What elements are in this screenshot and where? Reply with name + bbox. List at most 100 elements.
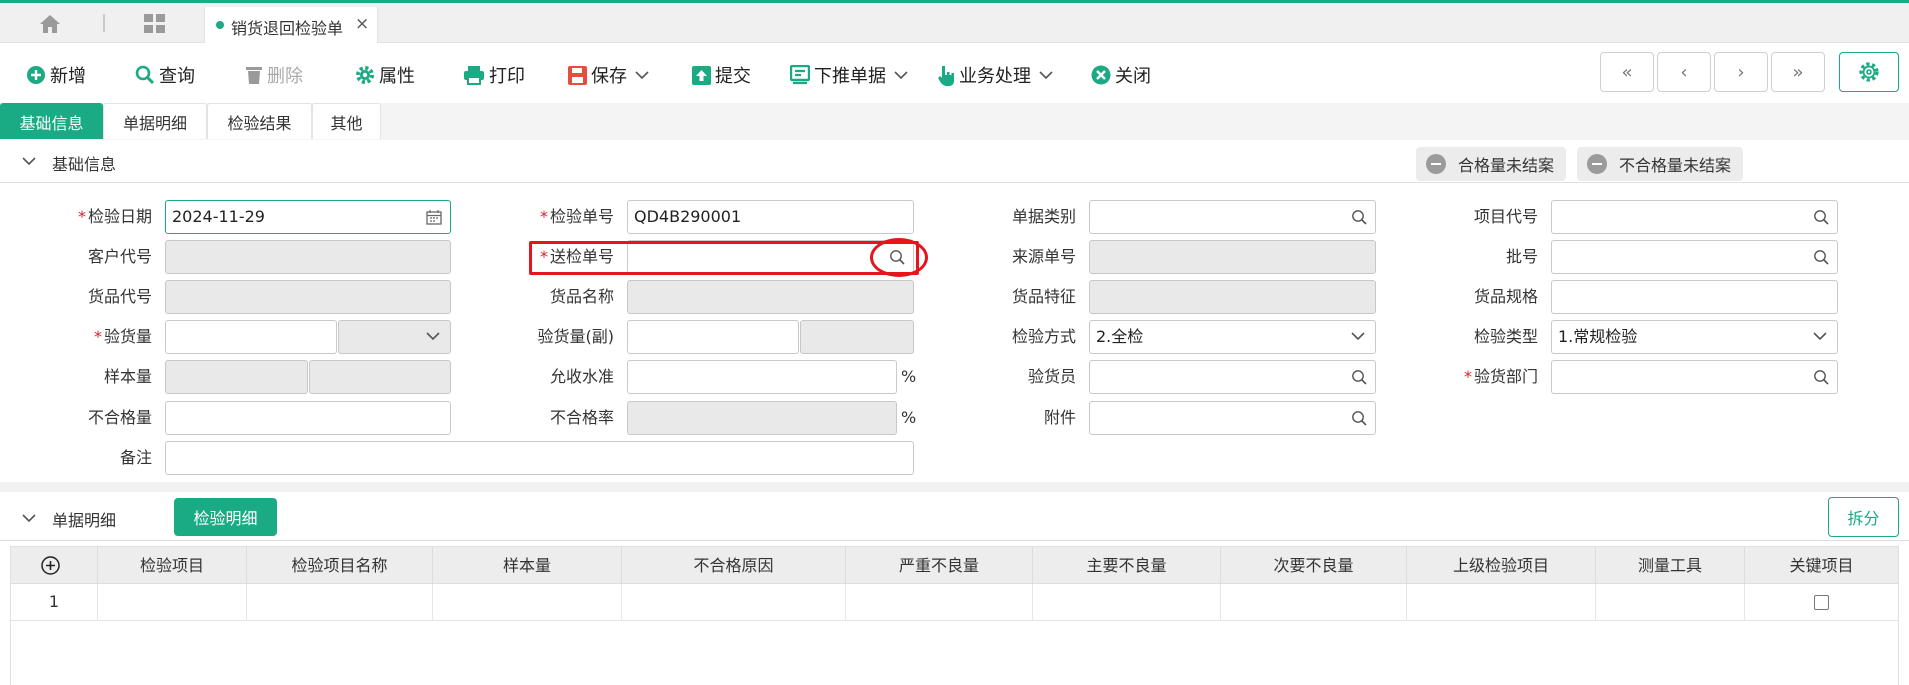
detail-section-header: 单据明细: [0, 496, 1909, 541]
inspect-no-label: * 检验单号: [539, 207, 614, 226]
settings-gear-icon: [1859, 62, 1879, 82]
home-icon[interactable]: [38, 13, 62, 35]
properties-button[interactable]: 属性: [355, 61, 415, 89]
unqualified-rate-field[interactable]: [627, 401, 897, 435]
chevron-down-icon: [1813, 332, 1827, 341]
cell-key-item: [1745, 584, 1898, 620]
inspect-date-label: * 检验日期: [77, 207, 152, 226]
last-record-button[interactable]: »: [1771, 52, 1825, 92]
batch-no-field[interactable]: [1551, 240, 1838, 274]
submit-label: 提交: [715, 66, 751, 87]
inspect-method-select[interactable]: 2.全检: [1089, 320, 1376, 354]
accept-level-field[interactable]: [627, 360, 897, 394]
goods-code-field[interactable]: [165, 280, 451, 314]
attachment-field[interactable]: [1089, 401, 1376, 435]
grid-icon[interactable]: [144, 14, 166, 34]
goods-name-field[interactable]: [627, 280, 914, 314]
query-button[interactable]: 查询: [135, 61, 195, 89]
collapse-chevron-icon[interactable]: [22, 511, 36, 525]
settings-button[interactable]: [1839, 52, 1899, 92]
search-icon[interactable]: [1813, 369, 1829, 385]
inspect-qty-sub-field[interactable]: [627, 320, 799, 354]
previous-record-button[interactable]: ‹: [1657, 52, 1711, 92]
push-down-button[interactable]: 下推单据: [790, 61, 912, 89]
delete-button[interactable]: 删除: [245, 61, 303, 89]
tab-basic-info[interactable]: 基础信息: [0, 103, 103, 139]
save-button[interactable]: 保存: [568, 61, 653, 89]
cell-major-defect[interactable]: [1033, 584, 1221, 620]
search-icon[interactable]: [1351, 209, 1367, 225]
inspect-qty-field[interactable]: [165, 320, 337, 354]
source-no-field[interactable]: [1089, 240, 1376, 274]
calendar-icon[interactable]: [426, 209, 442, 225]
business-process-button[interactable]: 业务处理: [937, 61, 1057, 89]
search-icon[interactable]: [1813, 209, 1829, 225]
inspect-dept-field[interactable]: [1551, 360, 1838, 394]
remark-field[interactable]: [165, 441, 914, 475]
submit-button[interactable]: 提交: [692, 61, 751, 89]
goods-feature-field[interactable]: [1089, 280, 1376, 314]
sample-qty-field[interactable]: [165, 360, 308, 394]
project-code-field[interactable]: [1551, 200, 1838, 234]
save-icon: [568, 65, 587, 85]
tab-sales-return-inspection[interactable]: 销货退回检验单 ×: [204, 7, 378, 43]
cell-measure-tool[interactable]: [1596, 584, 1745, 620]
doc-type-field[interactable]: [1089, 200, 1376, 234]
tab-other[interactable]: 其他: [312, 103, 381, 139]
add-row-icon[interactable]: [41, 556, 60, 575]
column-header[interactable]: 关键项目: [1745, 547, 1898, 584]
table-row[interactable]: 1: [11, 584, 1898, 621]
plus-circle-icon: [27, 66, 45, 84]
cell-parent-inspect-item[interactable]: [1407, 584, 1596, 620]
cell-critical-defect[interactable]: [846, 584, 1033, 620]
cell-sample-qty[interactable]: [433, 584, 622, 620]
column-header[interactable]: 严重不良量: [846, 547, 1033, 584]
percent-sign: %: [901, 367, 917, 386]
cell-unqualified-reason[interactable]: [622, 584, 846, 620]
customer-code-field[interactable]: [165, 240, 451, 274]
split-button[interactable]: 拆分: [1828, 497, 1899, 537]
column-header[interactable]: 检验项目: [98, 547, 247, 584]
tab-inspection-result[interactable]: 检验结果: [207, 103, 312, 139]
sample-qty-unit-field[interactable]: [309, 360, 451, 394]
inspect-qty-unit-select[interactable]: [338, 320, 451, 354]
business-process-label: 业务处理: [959, 66, 1031, 87]
row-number: 1: [11, 584, 98, 620]
column-header[interactable]: 测量工具: [1596, 547, 1745, 584]
search-icon[interactable]: [889, 249, 905, 265]
new-button[interactable]: 新增: [26, 61, 86, 89]
inspector-field[interactable]: [1089, 360, 1376, 394]
cell-inspect-item-name[interactable]: [247, 584, 433, 620]
submit-no-field[interactable]: [627, 240, 914, 274]
inspect-detail-button[interactable]: 检验明细: [174, 498, 277, 536]
column-header[interactable]: 样本量: [433, 547, 622, 584]
search-icon[interactable]: [1351, 410, 1367, 426]
goods-feature-label: 货品特征: [1011, 287, 1076, 306]
goods-spec-field[interactable]: [1551, 280, 1838, 314]
search-icon[interactable]: [1813, 249, 1829, 265]
page-tabs: 基础信息 单据明细 检验结果 其他: [0, 103, 1909, 140]
column-header[interactable]: 上级检验项目: [1407, 547, 1596, 584]
inspect-no-field[interactable]: QD4B290001: [627, 200, 914, 234]
inspect-qty-sub-unit-field[interactable]: [800, 320, 914, 354]
column-header[interactable]: 检验项目名称: [247, 547, 433, 584]
close-tab-icon[interactable]: ×: [355, 14, 369, 34]
unqualified-qty-field[interactable]: [165, 401, 451, 435]
column-header[interactable]: 次要不良量: [1221, 547, 1407, 584]
cell-minor-defect[interactable]: [1221, 584, 1407, 620]
first-record-button[interactable]: «: [1600, 52, 1654, 92]
next-record-button[interactable]: ›: [1714, 52, 1768, 92]
column-header[interactable]: 主要不良量: [1033, 547, 1221, 584]
qualified-unsettled-button[interactable]: 合格量未结案: [1416, 147, 1567, 181]
inspect-date-field[interactable]: 2024-11-29: [165, 200, 451, 234]
inspect-type-select[interactable]: 1.常规检验: [1551, 320, 1838, 354]
column-header[interactable]: 不合格原因: [622, 547, 846, 584]
collapse-chevron-icon[interactable]: [22, 154, 36, 168]
print-button[interactable]: 打印: [463, 61, 525, 89]
close-button[interactable]: 关闭: [1091, 61, 1151, 89]
cell-inspect-item[interactable]: [98, 584, 247, 620]
tab-doc-detail[interactable]: 单据明细: [103, 103, 207, 139]
unqualified-unsettled-button[interactable]: 不合格量未结案: [1577, 147, 1744, 181]
search-icon[interactable]: [1351, 369, 1367, 385]
key-item-checkbox[interactable]: [1814, 595, 1829, 610]
